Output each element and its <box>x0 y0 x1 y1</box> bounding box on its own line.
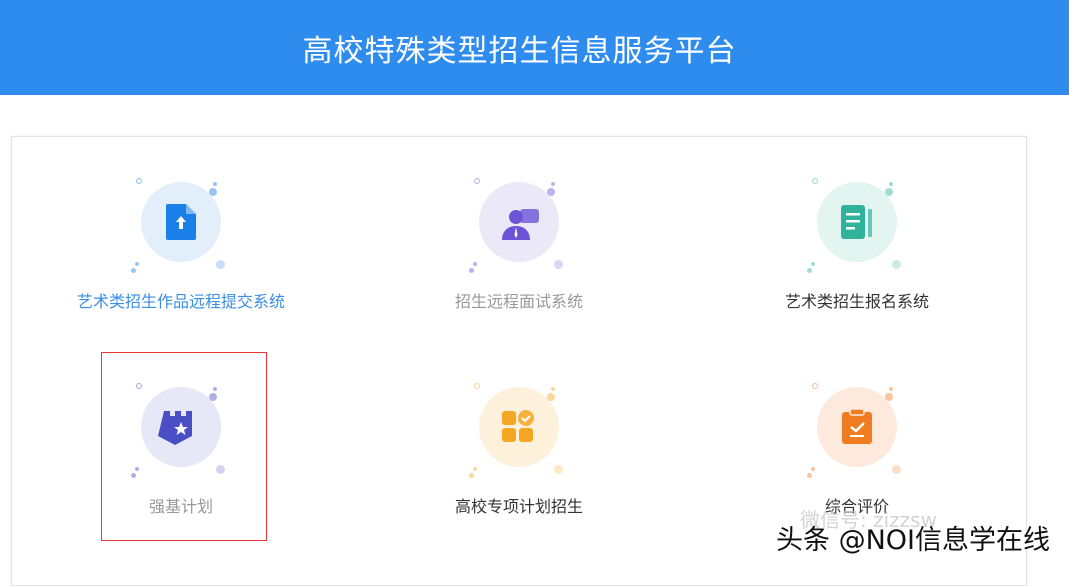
interview-person-icon <box>479 182 559 262</box>
decorative-dot <box>135 262 139 266</box>
system-item-0[interactable]: 艺术类招生作品远程提交系统 <box>51 178 311 352</box>
decorative-dot <box>131 268 136 273</box>
file-upload-icon <box>141 182 221 262</box>
header-bar: 高校特殊类型招生信息服务平台 <box>0 0 1069 95</box>
decorative-dot <box>473 467 477 471</box>
system-item-1[interactable]: 招生远程面试系统 <box>389 178 649 352</box>
system-item-label: 艺术类招生报名系统 <box>784 292 929 311</box>
system-item-label: 高校专项计划招生 <box>454 497 583 516</box>
system-item-2[interactable]: 艺术类招生报名系统 <box>727 178 987 352</box>
registration-form-icon <box>817 182 897 262</box>
decorative-dot <box>469 268 474 273</box>
decorative-dot <box>811 467 815 471</box>
page-title: 高校特殊类型招生信息服务平台 <box>302 33 737 69</box>
system-item-label: 艺术类招生作品远程提交系统 <box>76 292 285 311</box>
decorative-dot <box>473 262 477 266</box>
system-item-4[interactable]: 高校专项计划招生 <box>389 383 649 557</box>
decorative-dot <box>469 473 474 478</box>
decorative-dot <box>811 262 815 266</box>
toutiao-watermark: 头条 @NOI信息学在线 <box>776 525 1050 556</box>
decorative-dot <box>807 268 812 273</box>
selection-highlight <box>101 352 267 541</box>
clipboard-check-icon <box>817 387 897 467</box>
apps-check-icon <box>479 387 559 467</box>
decorative-dot <box>807 473 812 478</box>
system-item-label: 招生远程面试系统 <box>454 292 583 311</box>
